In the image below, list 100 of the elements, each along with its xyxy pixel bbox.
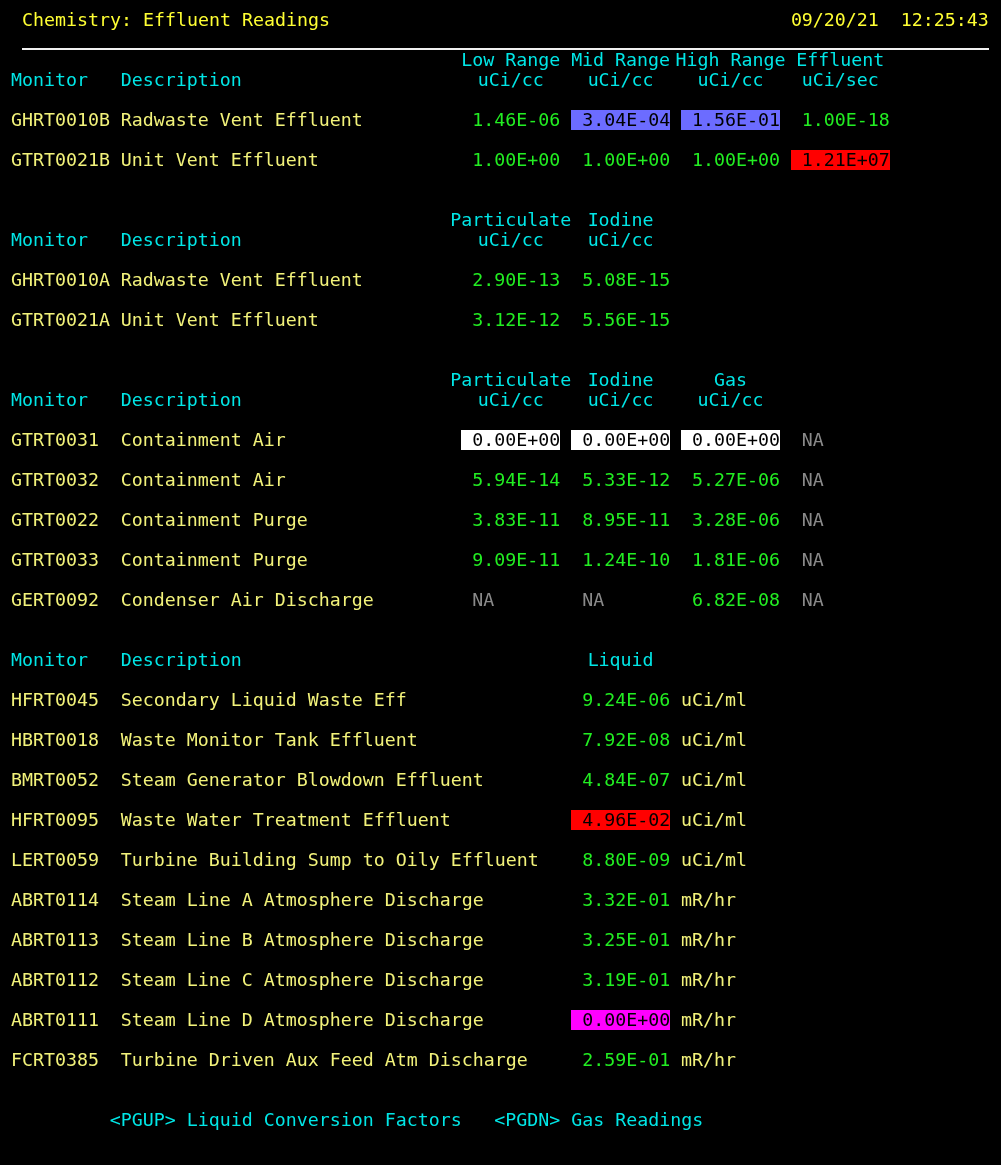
column-header: Liquid (586, 650, 655, 670)
monitor-id: LERT0059 (11, 850, 100, 870)
reading-value: 0.00E+00 (571, 1010, 671, 1030)
monitor-id: GTRT0031 (11, 430, 100, 450)
description-text: Steam Generator Blowdown Effluent (120, 770, 485, 790)
monitor-id: ABRT0111 (11, 1010, 100, 1030)
column-header: Description (120, 230, 243, 250)
unit-label: uCi/ml (681, 730, 748, 750)
unit-label: uCi/cc (697, 70, 764, 90)
monitor-id: GTRT0032 (11, 470, 100, 490)
na-value: NA (800, 550, 825, 570)
column-header: Monitor (11, 650, 89, 670)
description-text: Containment Air (120, 470, 287, 490)
reading-value: 5.33E-12 (581, 470, 671, 490)
column-header: High Range (674, 50, 787, 70)
unit-label: uCi/sec (800, 70, 880, 90)
unit-label: uCi/cc (586, 70, 654, 90)
reading-value: 1.81E-06 (691, 550, 780, 570)
column-header: Monitor (11, 70, 89, 90)
description-text: Steam Line C Atmosphere Discharge (120, 970, 485, 990)
description-text: Radwaste Vent Effluent (120, 270, 364, 290)
column-header: Description (120, 70, 243, 90)
description-text: Containment Air (120, 430, 287, 450)
monitor-id: HFRT0095 (11, 810, 100, 830)
time-text: 12:25:43 (900, 10, 989, 30)
monitor-id: ABRT0113 (11, 930, 100, 950)
monitor-id: HFRT0045 (11, 690, 100, 710)
description-text: Secondary Liquid Waste Eff (120, 690, 408, 710)
unit-label: uCi/cc (696, 390, 765, 410)
reading-value: 1.00E-18 (800, 110, 890, 130)
description-text: Waste Monitor Tank Effluent (120, 730, 419, 750)
reading-value: 5.94E-14 (471, 470, 561, 490)
reading-value: 0.00E+00 (681, 430, 780, 450)
unit-label: uCi/ml (681, 810, 748, 830)
monitor-id: BMRT0052 (11, 770, 100, 790)
reading-value: 2.90E-13 (471, 270, 561, 290)
description-text: Radwaste Vent Effluent (120, 110, 364, 130)
description-text: Turbine Driven Aux Feed Atm Discharge (120, 1050, 529, 1070)
unit-label: mR/hr (681, 970, 737, 990)
unit-label: uCi/cc (476, 390, 545, 410)
reading-value: 5.27E-06 (691, 470, 780, 490)
page-title: Chemistry: Effluent Readings (21, 10, 331, 30)
monitor-id: GTRT0021A (11, 310, 110, 330)
column-header: Low Range (460, 50, 562, 70)
monitor-id: FCRT0385 (11, 1050, 100, 1070)
monitor-id: GTRT0033 (11, 550, 100, 570)
description-text: Containment Purge (120, 510, 309, 530)
nav-link[interactable]: <PGUP> Liquid Conversion Factors (109, 1110, 473, 1130)
unit-label: uCi/ml (681, 770, 748, 790)
nav-link[interactable]: <PGDN> Gas Readings (494, 1110, 857, 1130)
unit-label: uCi/cc (476, 70, 544, 90)
reading-value: 3.12E-12 (471, 310, 561, 330)
reading-value: 3.25E-01 (581, 930, 671, 950)
na-value: NA (800, 510, 825, 530)
unit-label: uCi/ml (681, 850, 748, 870)
reading-value: 0.00E+00 (571, 430, 671, 450)
date-text: 09/20/21 (790, 10, 879, 30)
column-header: Particulate (450, 210, 572, 230)
reading-value: 1.00E+00 (581, 150, 671, 170)
monitor-id: GHRT0010B (11, 110, 110, 130)
monitor-id: HBRT0018 (11, 730, 100, 750)
na-value: NA (581, 590, 606, 610)
unit-label: mR/hr (681, 1050, 737, 1070)
monitor-id: ABRT0112 (11, 970, 100, 990)
reading-value: 3.04E-04 (571, 110, 671, 130)
reading-value: 5.08E-15 (581, 270, 671, 290)
reading-value: 7.92E-08 (581, 730, 671, 750)
reading-value: 9.24E-06 (581, 690, 671, 710)
column-header: Description (120, 650, 243, 670)
unit-label: mR/hr (681, 930, 737, 950)
reading-value: 0.00E+00 (461, 430, 561, 450)
monitor-id: ABRT0114 (11, 890, 100, 910)
na-value: NA (471, 590, 496, 610)
description-text: Steam Line A Atmosphere Discharge (120, 890, 485, 910)
monitor-id: GERT0092 (11, 590, 100, 610)
description-text: Steam Line B Atmosphere Discharge (120, 930, 485, 950)
description-text: Containment Purge (120, 550, 309, 570)
column-header: Monitor (11, 390, 89, 410)
reading-value: 1.46E-06 (471, 110, 561, 130)
reading-value: 8.95E-11 (581, 510, 671, 530)
unit-label: mR/hr (681, 1010, 737, 1030)
unit-label: uCi/cc (586, 390, 655, 410)
monitor-id: GTRT0021B (11, 150, 110, 170)
description-text: Waste Water Treatment Effluent (120, 810, 452, 830)
column-header: Description (120, 390, 243, 410)
unit-label: mR/hr (681, 890, 737, 910)
reading-value: 3.28E-06 (691, 510, 780, 530)
description-text: Unit Vent Effluent (120, 310, 320, 330)
reading-value: 9.09E-11 (471, 550, 561, 570)
column-header: Gas (712, 370, 748, 390)
monitor-id: GTRT0022 (11, 510, 100, 530)
reading-value: 3.32E-01 (581, 890, 671, 910)
unit-label: uCi/ml (681, 690, 748, 710)
column-header: Monitor (11, 230, 89, 250)
monitor-id: GHRT0010A (11, 270, 110, 290)
unit-label: uCi/cc (476, 230, 545, 250)
description-text: Steam Line D Atmosphere Discharge (120, 1010, 485, 1030)
reading-value: 8.80E-09 (581, 850, 671, 870)
column-header: Particulate (450, 370, 572, 390)
reading-value: 1.56E-01 (681, 110, 780, 130)
